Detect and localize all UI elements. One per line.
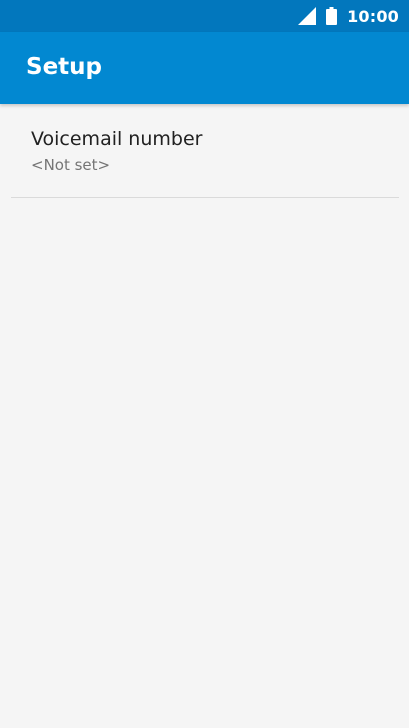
battery-icon bbox=[326, 7, 338, 25]
divider bbox=[11, 197, 399, 198]
signal-icon bbox=[298, 7, 317, 25]
voicemail-number-item[interactable]: Voicemail number <Not set> bbox=[0, 104, 409, 198]
clock: 10:00 bbox=[347, 6, 399, 26]
pref-summary: <Not set> bbox=[31, 156, 111, 174]
page-title: Setup bbox=[26, 54, 102, 80]
pref-title: Voicemail number bbox=[31, 128, 203, 150]
status-bar: 10:00 bbox=[0, 0, 409, 32]
app-bar: Setup bbox=[0, 32, 409, 104]
status-icons: 10:00 bbox=[298, 0, 399, 32]
